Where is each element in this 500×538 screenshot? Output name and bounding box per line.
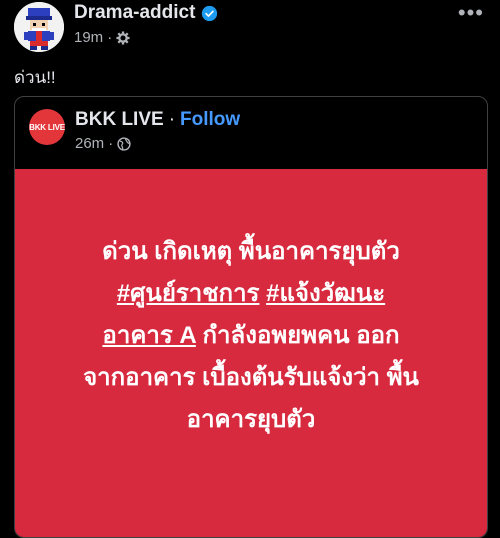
globe-icon	[117, 136, 131, 151]
post-meta: 19m ·	[74, 29, 130, 46]
author-name-text[interactable]: Drama-addict	[74, 2, 195, 24]
hashtag-link[interactable]: #ศูนย์ราชการ	[117, 280, 260, 307]
more-options-icon[interactable]: •••	[458, 2, 484, 24]
follow-button[interactable]: Follow	[180, 109, 240, 131]
page-header: BKK LIVE · Follow	[75, 109, 240, 131]
page-dot: ·	[168, 109, 176, 130]
shared-meta-dot: ·	[108, 135, 114, 152]
shared-time[interactable]: 26m	[75, 135, 104, 152]
meta-separator: ·	[107, 29, 113, 46]
banner-underlined-text: อาคาร A	[102, 322, 196, 349]
post-time[interactable]: 19m	[74, 29, 103, 46]
page-logo-text: BKK LIVE	[29, 122, 65, 132]
page-name[interactable]: BKK LIVE	[75, 109, 164, 131]
post-text: ด่วน!!	[14, 68, 56, 87]
banner-line-1: ด่วน เกิดเหตุ พื้นอาคารยุบตัว	[102, 238, 400, 265]
banner-line-4: จากอาคาร เบื้องต้นรับแจ้งว่า พื้น	[83, 364, 419, 391]
author-avatar[interactable]	[14, 2, 64, 52]
pixel-character-icon	[14, 2, 64, 52]
post-header: Drama-addict 19m · •••	[0, 0, 500, 60]
author-name[interactable]: Drama-addict	[74, 2, 218, 24]
banner-text: ด่วน เกิดเหตุ พื้นอาคารยุบตัว #ศูนย์ราชก…	[15, 231, 487, 441]
page-avatar[interactable]: BKK LIVE	[29, 109, 65, 145]
banner-line-5: อาคารยุบตัว	[186, 406, 316, 433]
hashtag-link[interactable]: #แจ้งวัฒนะ	[266, 280, 385, 307]
banner-line-3: อาคาร A กำลังอพยพคน ออก	[15, 315, 487, 357]
shared-post-card[interactable]: BKK LIVE BKK LIVE · Follow 26m · ด่วน เก…	[14, 96, 488, 538]
news-banner[interactable]: ด่วน เกิดเหตุ พื้นอาคารยุบตัว #ศูนย์ราชก…	[15, 169, 487, 537]
gear-icon	[116, 30, 130, 45]
banner-line-2: #ศูนย์ราชการ #แจ้งวัฒนะ	[15, 273, 487, 315]
shared-meta: 26m ·	[75, 135, 131, 152]
verified-badge-icon	[202, 5, 218, 21]
banner-line-3-rest: กำลังอพยพคน ออก	[195, 322, 400, 349]
